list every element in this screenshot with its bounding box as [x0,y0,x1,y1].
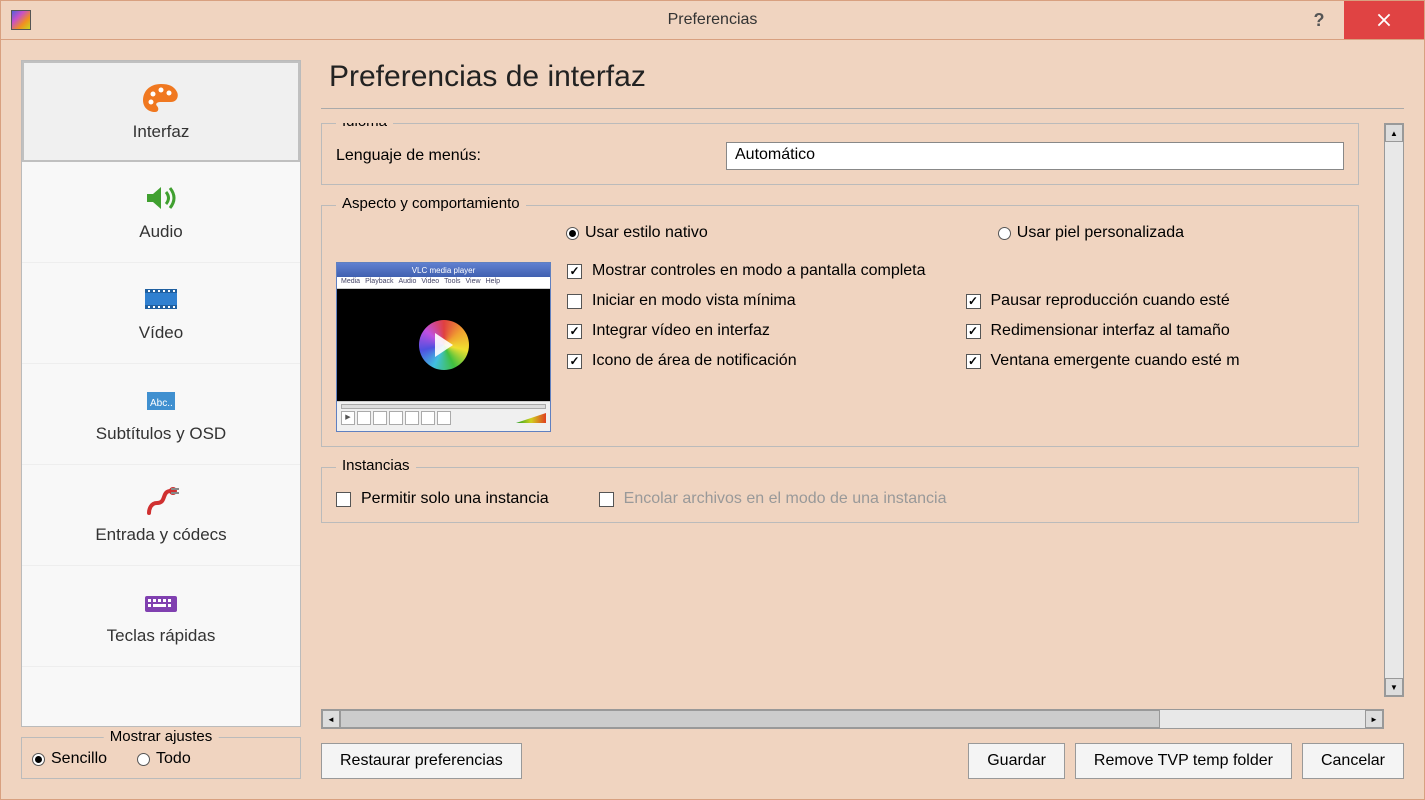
scroll-right-arrow-icon[interactable]: ► [1365,710,1383,728]
instances-group: Instancias Permitir solo una instancia E… [321,467,1359,523]
check-enqueue: Encolar archivos en el modo de una insta… [599,490,947,508]
subtitle-icon: Abc.. [141,384,181,416]
check-label: Redimensionar interfaz al tamaño [991,322,1230,340]
main-panel: Preferencias de interfaz Idioma Lenguaje… [321,60,1404,779]
window-body: Interfaz Audio Vídeo Abc.. Subtítulos y … [0,40,1425,800]
radio-custom-skin[interactable]: Usar piel personalizada [998,224,1184,242]
window-title: Preferencias [668,11,758,29]
scroll-up-arrow-icon[interactable]: ▲ [1385,124,1403,142]
behavior-legend: Aspecto y comportamiento [336,195,526,212]
check-label: Mostrar controles en modo a pantalla com… [592,262,926,280]
radio-all[interactable]: Todo [137,750,191,768]
restore-button[interactable]: Restaurar preferencias [321,743,522,779]
scroll-thumb[interactable] [340,710,1160,728]
save-button[interactable]: Guardar [968,743,1065,779]
svg-text:Abc..: Abc.. [150,398,173,409]
radio-simple[interactable]: Sencillo [32,750,107,768]
checkbox-icon [567,294,582,309]
check-popup-window[interactable]: Ventana emergente cuando esté m [966,352,1345,370]
nav-list: Interfaz Audio Vídeo Abc.. Subtítulos y … [21,60,301,727]
help-button[interactable]: ? [1294,1,1344,39]
palette-icon [141,82,181,114]
radio-icon [566,227,579,240]
radio-icon [32,753,45,766]
radio-label: Sencillo [51,750,107,768]
titlebar: Preferencias ? [0,0,1425,40]
show-settings-legend: Mostrar ajustes [104,728,219,745]
sidebar: Interfaz Audio Vídeo Abc.. Subtítulos y … [21,60,301,779]
show-settings-group: Mostrar ajustes Sencillo Todo [21,737,301,779]
radio-icon [998,227,1011,240]
radio-label: Todo [156,750,191,768]
checkbox-icon [966,324,981,339]
film-icon [141,283,181,315]
footer: Restaurar preferencias Guardar Remove TV… [321,743,1404,779]
nav-label: Teclas rápidas [107,626,216,646]
preview-title: VLC media player [337,263,550,277]
checkbox-icon [966,294,981,309]
check-minimal-start[interactable]: Iniciar en modo vista mínima [567,292,946,310]
radio-native-style[interactable]: Usar estilo nativo [566,224,708,242]
nav-label: Subtítulos y OSD [96,424,226,444]
nav-label: Audio [139,222,182,242]
vertical-scrollbar[interactable]: ▲ ▼ [1384,123,1404,697]
checkbox-icon [567,324,582,339]
checkbox-icon [567,264,582,279]
close-icon [1377,13,1391,27]
nav-label: Vídeo [139,323,183,343]
check-label: Permitir solo una instancia [361,490,549,508]
check-label: Icono de área de notificación [592,352,797,370]
nav-item-subtitles[interactable]: Abc.. Subtítulos y OSD [22,364,300,465]
check-single-instance[interactable]: Permitir solo una instancia [336,490,549,508]
radio-label: Usar estilo nativo [585,224,708,242]
nav-item-audio[interactable]: Audio [22,162,300,263]
language-legend: Idioma [336,123,393,130]
nav-label: Entrada y códecs [95,525,226,545]
instances-legend: Instancias [336,457,416,474]
horizontal-scrollbar[interactable]: ◄ ► [321,709,1384,729]
nav-item-interface[interactable]: Interfaz [22,61,300,162]
preview-menu: Media Playback Audio Video Tools View He… [337,277,550,289]
checkbox-icon [567,354,582,369]
check-label: Integrar vídeo en interfaz [592,322,770,340]
app-icon [11,10,31,30]
check-label: Iniciar en modo vista mínima [592,292,796,310]
nav-item-hotkeys[interactable]: Teclas rápidas [22,566,300,667]
checkbox-icon [336,492,351,507]
cancel-button[interactable]: Cancelar [1302,743,1404,779]
page-title: Preferencias de interfaz [321,60,1404,94]
nav-item-codecs[interactable]: Entrada y códecs [22,465,300,566]
check-resize-interface[interactable]: Redimensionar interfaz al tamaño [966,322,1345,340]
speaker-icon [141,182,181,214]
check-label: Encolar archivos en el modo de una insta… [624,490,947,508]
radio-icon [137,753,150,766]
separator [321,108,1404,109]
check-tray-icon[interactable]: Icono de área de notificación [567,352,946,370]
skin-preview: VLC media player Media Playback Audio Vi… [336,262,551,432]
check-pause-minimized[interactable]: Pausar reproducción cuando esté [966,292,1345,310]
close-button[interactable] [1344,1,1424,39]
check-fullscreen-controls[interactable]: Mostrar controles en modo a pantalla com… [567,262,1344,280]
language-select[interactable]: Automático [726,142,1344,170]
checkbox-icon [966,354,981,369]
scroll-down-arrow-icon[interactable]: ▼ [1385,678,1403,696]
settings-scroll-area: Idioma Lenguaje de menús: Automático Asp… [321,123,1384,697]
remove-tvp-button[interactable]: Remove TVP temp folder [1075,743,1292,779]
language-value: Automático [735,146,815,163]
cable-icon [141,485,181,517]
check-label: Pausar reproducción cuando esté [991,292,1230,310]
nav-label: Interfaz [133,122,190,142]
scroll-left-arrow-icon[interactable]: ◄ [322,710,340,728]
keyboard-icon [141,586,181,618]
language-group: Idioma Lenguaje de menús: Automático [321,123,1359,185]
check-integrate-video[interactable]: Integrar vídeo en interfaz [567,322,946,340]
behavior-group: Aspecto y comportamiento Usar estilo nat… [321,205,1359,447]
radio-label: Usar piel personalizada [1017,224,1184,242]
check-label: Ventana emergente cuando esté m [991,352,1240,370]
checkbox-icon [599,492,614,507]
nav-item-video[interactable]: Vídeo [22,263,300,364]
language-label: Lenguaje de menús: [336,147,706,165]
